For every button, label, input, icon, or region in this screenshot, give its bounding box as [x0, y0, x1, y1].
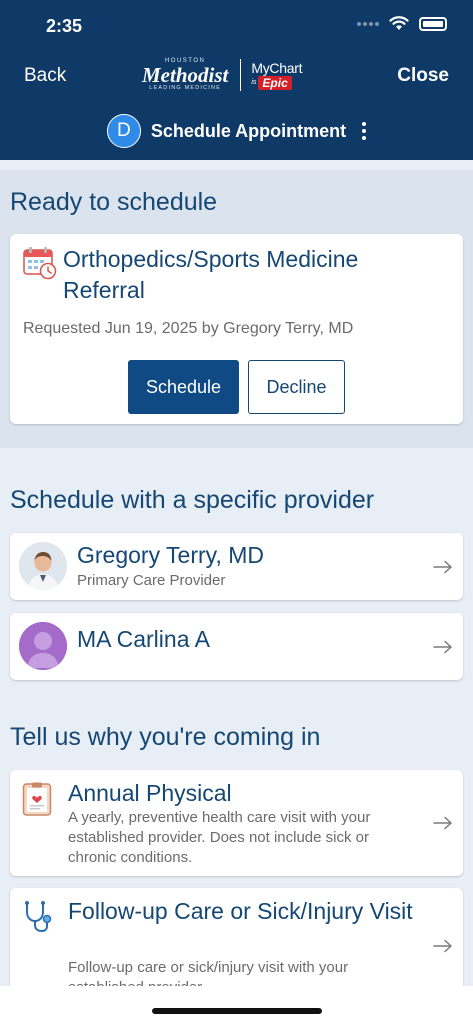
arrow-right-icon	[433, 560, 452, 574]
wifi-icon	[389, 16, 409, 30]
avatar[interactable]: D	[106, 114, 141, 148]
clipboard-heart-icon	[22, 782, 52, 816]
provider-photo	[19, 542, 67, 590]
reason-title: Follow-up Care or Sick/Injury Visit	[68, 898, 413, 924]
home-bar-area	[0, 986, 473, 1024]
provider-name: MA Carlina A	[77, 626, 210, 652]
provider-avatar-placeholder	[19, 622, 67, 670]
battery-icon	[419, 16, 447, 31]
calendar-clock-icon	[23, 247, 57, 280]
status-icons	[357, 16, 447, 31]
stethoscope-icon	[25, 901, 52, 933]
reasons-heading: Tell us why you're coming in	[10, 723, 321, 751]
decline-button[interactable]: Decline	[248, 360, 345, 414]
arrow-right-icon	[433, 816, 452, 830]
referral-title: Orthopedics/Sports Medicine Referral	[63, 246, 359, 303]
arrow-right-icon	[433, 939, 452, 953]
provider-name: Gregory Terry, MD	[77, 542, 265, 568]
provider-heading: Schedule with a specific provider	[10, 486, 375, 514]
reason-description: A yearly, preventive health care visit w…	[68, 809, 371, 866]
provider-role: Primary Care Provider	[77, 572, 226, 589]
back-button[interactable]: Back	[24, 65, 66, 87]
reason-card-annual-physical[interactable]: Annual Physical A yearly, preventive hea…	[10, 770, 463, 876]
page-title: Schedule Appointment	[150, 120, 347, 141]
logo-divider	[240, 59, 242, 91]
app-header: 2:35 Back HOUSTON Methodist LEADING MEDI…	[0, 0, 473, 160]
arrow-right-icon	[433, 640, 452, 654]
status-time: 2:35	[46, 16, 83, 36]
kebab-menu-icon[interactable]	[362, 122, 367, 140]
provider-card-ma-carlina[interactable]: MA Carlina A	[10, 613, 463, 680]
close-button[interactable]: Close	[397, 65, 449, 87]
main-content[interactable]: Ready to schedule Orthopedics/Sports Med…	[0, 160, 473, 986]
reason-description: Follow-up care or sick/injury visit with…	[68, 959, 349, 986]
ready-heading: Ready to schedule	[10, 188, 218, 216]
provider-card-gregory-terry[interactable]: Gregory Terry, MD Primary Care Provider	[10, 533, 463, 600]
mychart-logo: MyChart is Epic	[251, 59, 303, 90]
reason-card-follow-up[interactable]: Follow-up Care or Sick/Injury Visit Foll…	[10, 888, 463, 986]
schedule-button[interactable]: Schedule	[128, 360, 239, 414]
referral-meta: Requested Jun 19, 2025 by Gregory Terry,…	[23, 320, 354, 337]
methodist-logo: HOUSTON Methodist LEADING MEDICINE	[142, 58, 229, 91]
page-title-row: D Schedule Appointment	[0, 114, 473, 148]
home-indicator[interactable]	[152, 1008, 322, 1014]
brand-logo: HOUSTON Methodist LEADING MEDICINE MyCha…	[142, 56, 302, 94]
referral-card: Orthopedics/Sports Medicine Referral Req…	[10, 234, 463, 424]
reason-title: Annual Physical	[68, 780, 232, 806]
signal-icon	[357, 21, 379, 26]
